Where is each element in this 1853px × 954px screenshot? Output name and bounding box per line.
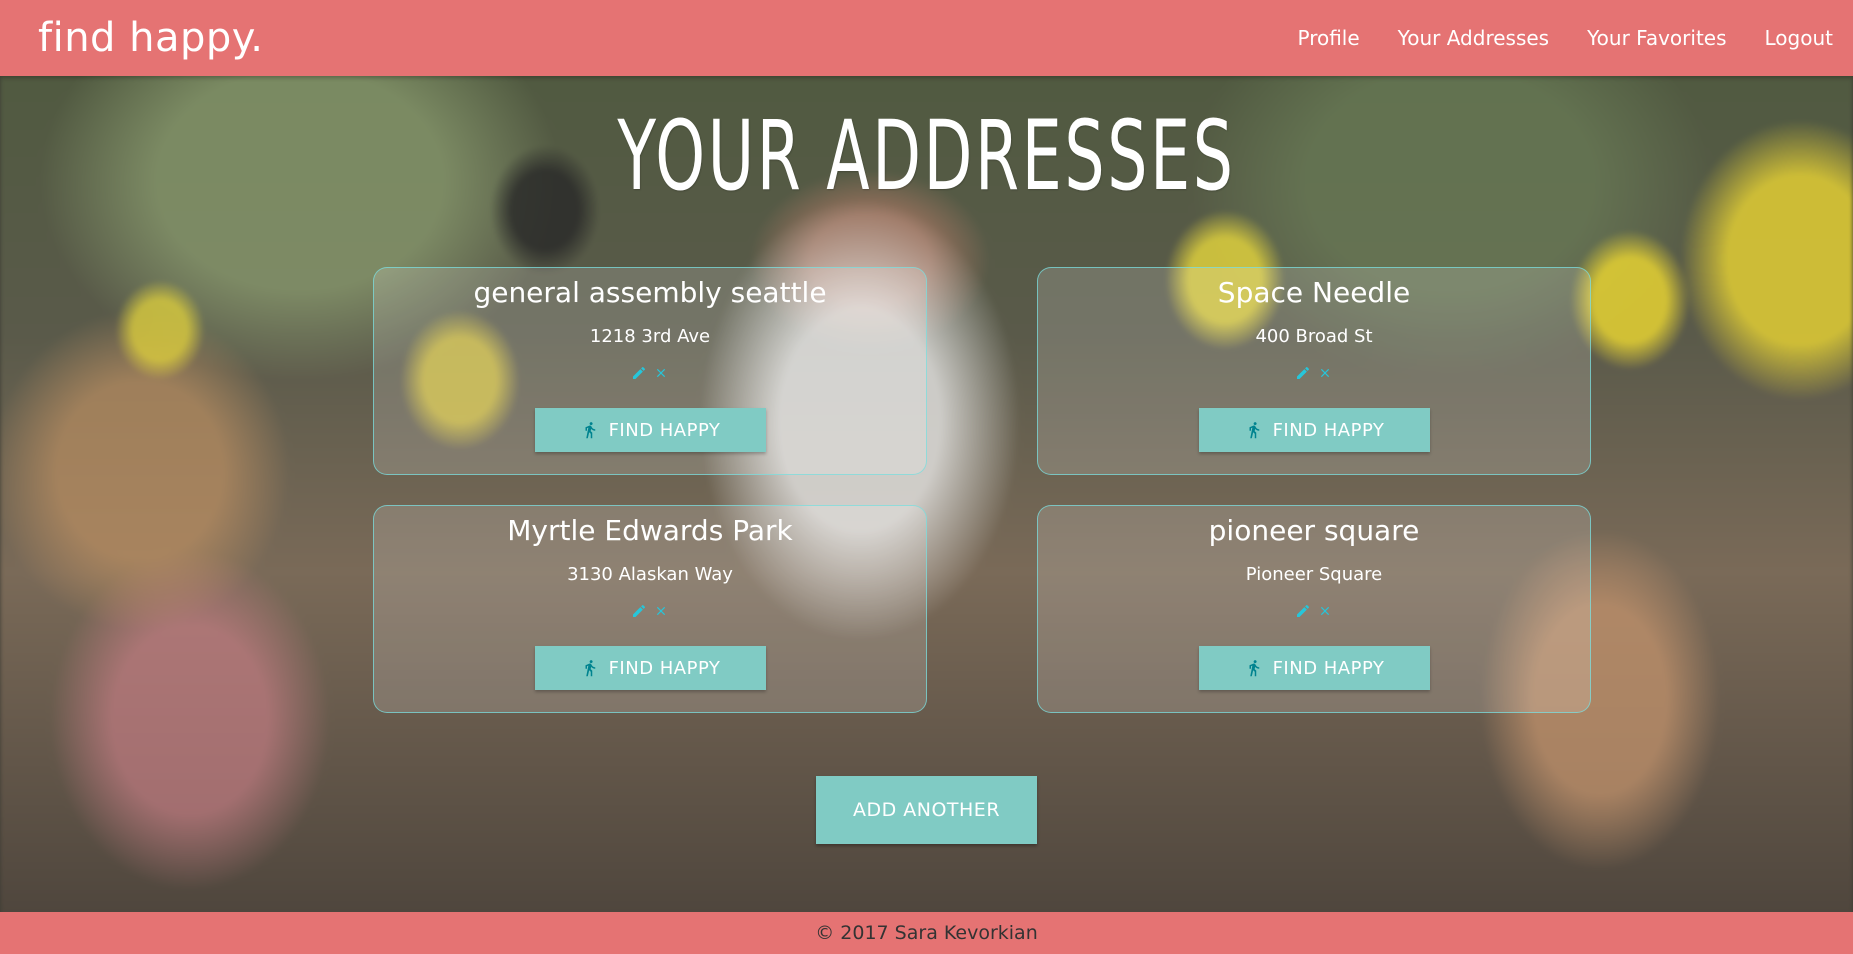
address-name: pioneer square: [1208, 514, 1420, 547]
address-card-pioneer-square: pioneer square Pioneer Square FIND HAPPY: [1037, 505, 1591, 713]
address-name: general assembly seattle: [473, 276, 827, 309]
pencil-icon[interactable]: [630, 364, 648, 382]
find-happy-label: FIND HAPPY: [608, 419, 721, 441]
close-icon[interactable]: [652, 602, 670, 620]
navbar: find happy. Profile Your Addresses Your …: [0, 0, 1853, 76]
address-street: 400 Broad St: [1255, 326, 1373, 347]
footer: © 2017 Sara Kevorkian: [0, 912, 1853, 954]
address-card-general-assembly-seattle: general assembly seattle 1218 3rd Ave FI…: [373, 267, 927, 475]
nav-link-profile[interactable]: Profile: [1297, 26, 1359, 50]
card-actions: [374, 602, 926, 620]
walking-person-icon: [585, 660, 595, 677]
page-title: Your Addresses: [617, 100, 1236, 212]
pencil-icon[interactable]: [1294, 602, 1312, 620]
address-card-myrtle-edwards-park: Myrtle Edwards Park 3130 Alaskan Way FIN…: [373, 505, 927, 713]
brand-logo[interactable]: find happy.: [38, 15, 263, 61]
address-card-space-needle: Space Needle 400 Broad St FIND HAPPY: [1037, 267, 1591, 475]
find-happy-button[interactable]: FIND HAPPY: [535, 646, 766, 690]
address-street: Pioneer Square: [1245, 564, 1383, 585]
close-icon[interactable]: [1316, 602, 1334, 620]
card-actions: [374, 364, 926, 382]
walking-person-icon: [1249, 422, 1259, 439]
nav-link-your-favorites[interactable]: Your Favorites: [1587, 26, 1726, 50]
close-icon[interactable]: [652, 364, 670, 382]
find-happy-button[interactable]: FIND HAPPY: [1199, 408, 1430, 452]
walking-person-icon: [1249, 660, 1259, 677]
nav-links: Profile Your Addresses Your Favorites Lo…: [1297, 26, 1833, 50]
pencil-icon[interactable]: [1294, 364, 1312, 382]
pencil-icon[interactable]: [630, 602, 648, 620]
nav-link-logout[interactable]: Logout: [1765, 26, 1833, 50]
find-happy-label: FIND HAPPY: [1272, 657, 1385, 679]
address-name: Myrtle Edwards Park: [507, 514, 793, 547]
close-icon[interactable]: [1316, 364, 1334, 382]
walking-person-icon: [585, 422, 595, 439]
card-actions: [1038, 364, 1590, 382]
find-happy-label: FIND HAPPY: [608, 657, 721, 679]
nav-link-your-addresses[interactable]: Your Addresses: [1398, 26, 1549, 50]
card-actions: [1038, 602, 1590, 620]
find-happy-button[interactable]: FIND HAPPY: [535, 408, 766, 452]
add-another-button[interactable]: ADD ANOTHER: [816, 776, 1037, 844]
find-happy-button[interactable]: FIND HAPPY: [1199, 646, 1430, 690]
footer-copyright: © 2017 Sara Kevorkian: [815, 922, 1038, 944]
find-happy-label: FIND HAPPY: [1272, 419, 1385, 441]
address-name: Space Needle: [1217, 276, 1411, 309]
address-street: 1218 3rd Ave: [589, 326, 711, 347]
address-street: 3130 Alaskan Way: [567, 564, 733, 585]
